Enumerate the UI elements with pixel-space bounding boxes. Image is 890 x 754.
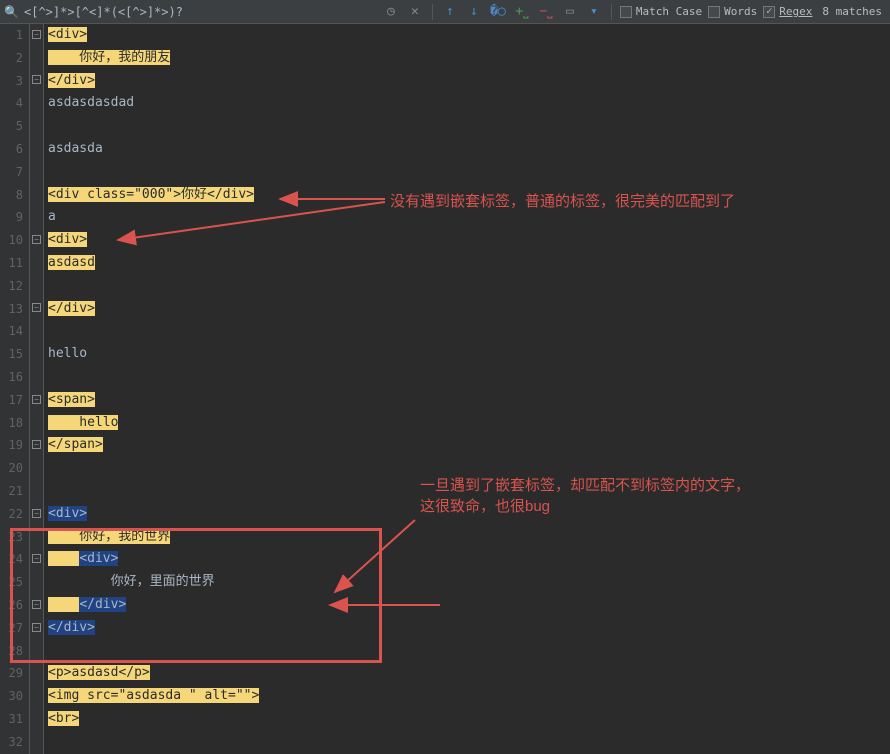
remove-selection-icon[interactable]: −⎵ xyxy=(537,3,555,21)
line-number: 22 xyxy=(0,503,23,526)
line-number: 26 xyxy=(0,594,23,617)
line-number: 24 xyxy=(0,548,23,571)
code-text: <br> xyxy=(48,711,79,726)
code-text: a xyxy=(48,209,56,224)
code-text: 你好，里面的世界 xyxy=(48,574,215,589)
fold-icon[interactable]: − xyxy=(32,509,41,518)
line-number: 11 xyxy=(0,252,23,275)
line-number: 21 xyxy=(0,480,23,503)
code-text: </div> xyxy=(48,301,95,316)
code-text: hello xyxy=(48,346,87,361)
search-input[interactable] xyxy=(24,5,284,19)
line-number: 17 xyxy=(0,389,23,412)
code-text: <div> xyxy=(48,27,87,42)
prev-match-icon[interactable]: ↑ xyxy=(441,3,459,21)
regex-checkbox[interactable]: ✓Regex xyxy=(763,5,812,18)
line-number: 31 xyxy=(0,708,23,731)
code-text: <span> xyxy=(48,392,95,407)
line-number: 4 xyxy=(0,92,23,115)
fold-icon[interactable]: − xyxy=(32,235,41,244)
line-number: 3 xyxy=(0,70,23,93)
line-number: 6 xyxy=(0,138,23,161)
line-number: 13 xyxy=(0,298,23,321)
code-text: </span> xyxy=(48,437,103,452)
code-text xyxy=(48,551,79,566)
line-number: 5 xyxy=(0,115,23,138)
line-number: 28 xyxy=(0,640,23,663)
code-text: </div> xyxy=(79,597,126,612)
match-count: 8 matches xyxy=(818,5,886,18)
line-number: 10 xyxy=(0,229,23,252)
code-text: <p>asdasd</p> xyxy=(48,665,150,680)
line-number: 7 xyxy=(0,161,23,184)
close-search-icon[interactable]: ✕ xyxy=(406,3,424,21)
code-text: <div> xyxy=(79,551,118,566)
line-number: 19 xyxy=(0,434,23,457)
line-number: 20 xyxy=(0,457,23,480)
code-text: hello xyxy=(48,415,118,430)
code-text: asdasda xyxy=(48,141,103,156)
code-area[interactable]: <div> 你好，我的朋友 </div> asdasdasdad asdasda… xyxy=(44,24,890,754)
line-number: 29 xyxy=(0,662,23,685)
line-number: 16 xyxy=(0,366,23,389)
line-number: 32 xyxy=(0,731,23,754)
line-number: 9 xyxy=(0,206,23,229)
code-text: 你好，我的世界 xyxy=(48,529,170,544)
code-text: <img src="asdasda " alt=""> xyxy=(48,688,259,703)
fold-icon[interactable]: − xyxy=(32,554,41,563)
line-number: 25 xyxy=(0,571,23,594)
line-number: 27 xyxy=(0,617,23,640)
match-case-checkbox[interactable]: Match Case xyxy=(620,5,702,18)
code-text: </div> xyxy=(48,620,95,635)
fold-icon[interactable]: − xyxy=(32,600,41,609)
history-icon[interactable]: ◷ xyxy=(382,3,400,21)
next-match-icon[interactable]: ↓ xyxy=(465,3,483,21)
line-number: 12 xyxy=(0,275,23,298)
code-text xyxy=(48,597,79,612)
code-text: <div> xyxy=(48,232,87,247)
line-number: 23 xyxy=(0,526,23,549)
code-text: <div> xyxy=(48,506,87,521)
code-text: </div> xyxy=(48,73,95,88)
line-number: 2 xyxy=(0,47,23,70)
in-selection-icon[interactable]: ▭ xyxy=(561,3,579,21)
fold-icon[interactable]: − xyxy=(32,303,41,312)
fold-column: − − − − − − − − − − xyxy=(30,24,44,754)
line-gutter: 1234567891011121314151617181920212223242… xyxy=(0,24,30,754)
line-number: 18 xyxy=(0,412,23,435)
line-number: 14 xyxy=(0,320,23,343)
search-icon: 🔍 xyxy=(4,5,18,19)
fold-icon[interactable]: − xyxy=(32,440,41,449)
fold-icon[interactable]: − xyxy=(32,75,41,84)
line-number: 1 xyxy=(0,24,23,47)
select-all-icon[interactable]: �◯ xyxy=(489,3,507,21)
code-text: <div class="000">你好</div> xyxy=(48,187,254,202)
fold-icon[interactable]: − xyxy=(32,623,41,632)
words-checkbox[interactable]: Words xyxy=(708,5,757,18)
fold-icon[interactable]: − xyxy=(32,30,41,39)
find-toolbar: 🔍 ◷ ✕ ↑ ↓ �◯ +⎵ −⎵ ▭ ▾ Match Case Words … xyxy=(0,0,890,24)
line-number: 15 xyxy=(0,343,23,366)
code-text: 你好，我的朋友 xyxy=(48,50,170,65)
editor: 1234567891011121314151617181920212223242… xyxy=(0,24,890,754)
code-text: asdasdasdad xyxy=(48,95,134,110)
fold-icon[interactable]: − xyxy=(32,395,41,404)
add-selection-icon[interactable]: +⎵ xyxy=(513,3,531,21)
code-text: asdasd xyxy=(48,255,95,270)
filter-icon[interactable]: ▾ xyxy=(585,3,603,21)
line-number: 30 xyxy=(0,685,23,708)
line-number: 8 xyxy=(0,184,23,207)
